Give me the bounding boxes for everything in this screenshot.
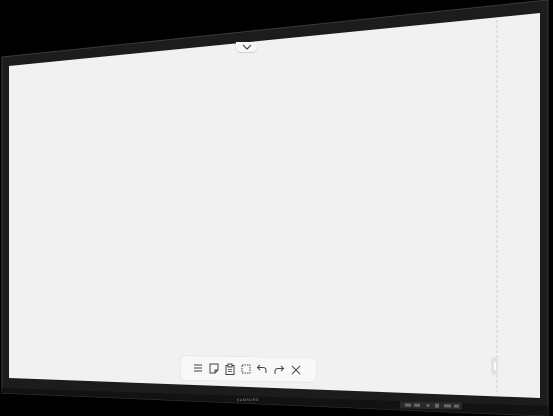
select-marquee-icon <box>241 364 251 374</box>
menu-button[interactable] <box>191 361 205 375</box>
whiteboard-canvas <box>9 13 540 398</box>
chevron-down-icon <box>242 44 251 50</box>
top-panel-toggle-button[interactable] <box>236 42 257 52</box>
redo-icon <box>274 365 285 374</box>
grip-handle-icon <box>493 362 496 370</box>
undo-button[interactable] <box>255 362 269 376</box>
device-frame <box>1 0 549 416</box>
brand-logo: SAMSUNG <box>236 397 260 403</box>
copy-paste-button[interactable] <box>223 362 237 376</box>
menu-icon <box>194 364 202 372</box>
close-button[interactable] <box>289 363 303 377</box>
redo-button[interactable] <box>272 363 286 377</box>
select-button[interactable] <box>239 362 253 376</box>
clipboard-icon <box>225 363 235 375</box>
sticky-note-icon <box>209 363 219 374</box>
side-panel-handle[interactable] <box>491 357 498 375</box>
close-icon <box>291 365 301 375</box>
display-device: SAMSUNG <box>0 0 553 416</box>
sticky-note-button[interactable] <box>207 361 221 375</box>
undo-icon <box>256 364 267 373</box>
